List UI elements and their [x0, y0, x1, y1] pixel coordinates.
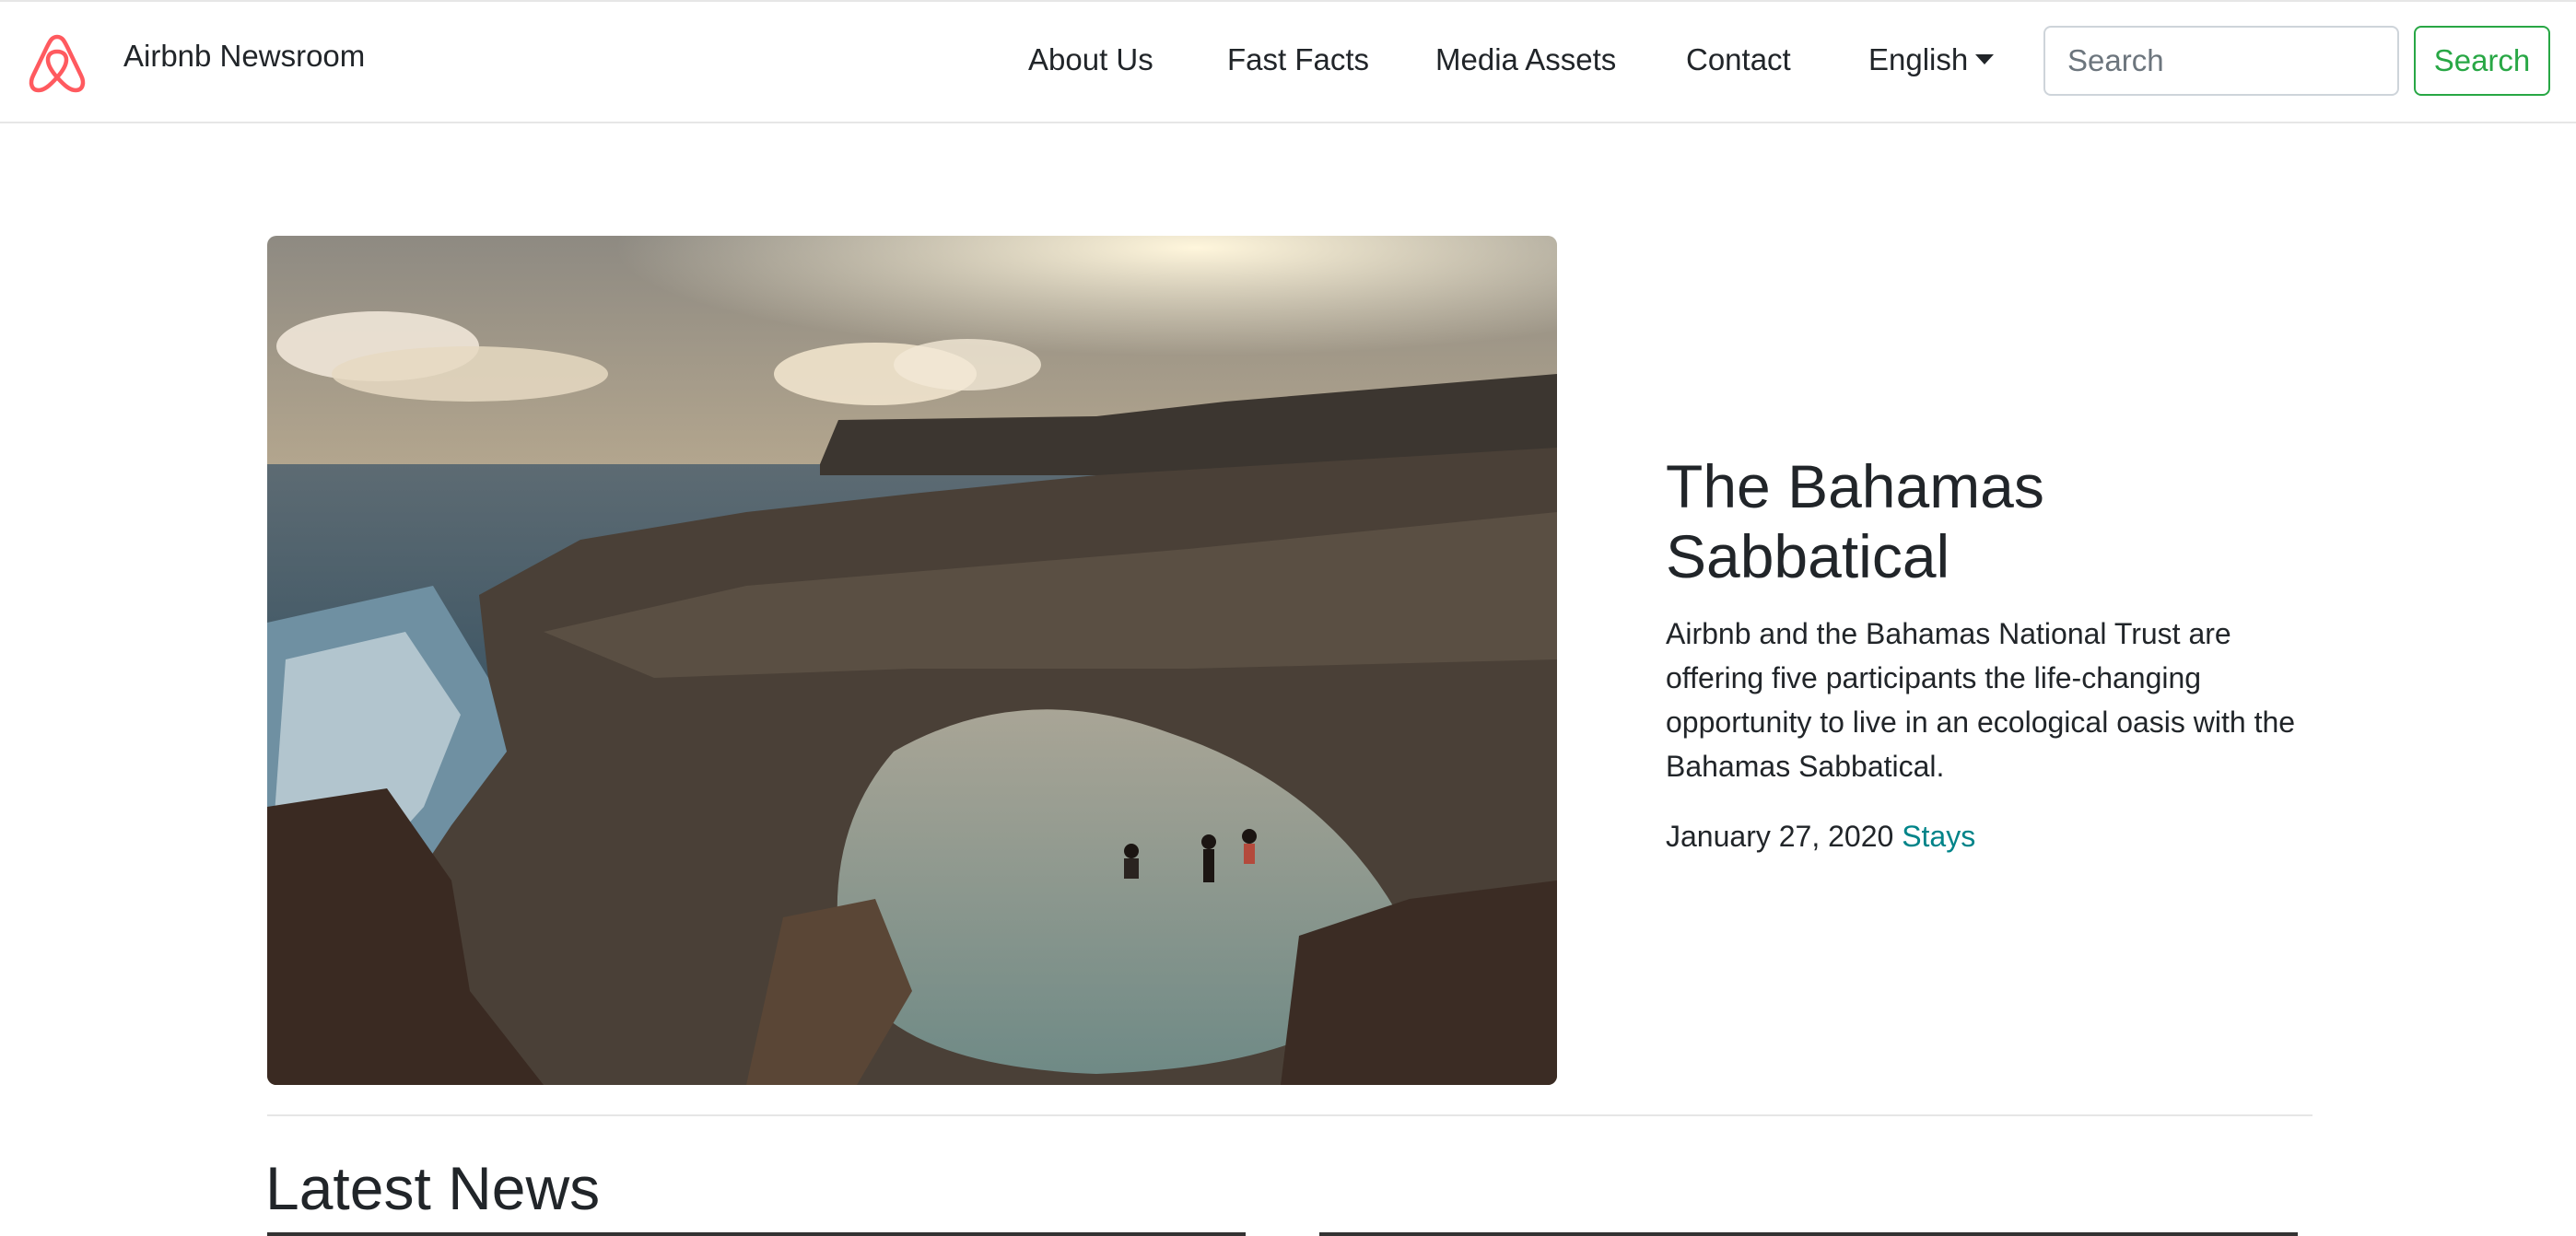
featured-title[interactable]: The Bahamas Sabbatical [1666, 451, 2311, 591]
language-label: English [1868, 42, 1969, 76]
caret-down-icon [1975, 54, 1995, 64]
featured-date: January 27, 2020 [1666, 820, 1894, 853]
nav-fast-facts[interactable]: Fast Facts [1227, 42, 1369, 77]
search-button[interactable]: Search [2414, 26, 2550, 96]
top-navbar: Airbnb Newsroom About Us Fast Facts Medi… [0, 0, 2576, 123]
nav-contact[interactable]: Contact [1686, 42, 1791, 77]
brand-name[interactable]: Airbnb Newsroom [123, 39, 365, 74]
featured-meta: January 27, 2020 Stays [1666, 820, 1975, 854]
latest-news-heading: Latest News [265, 1154, 601, 1222]
airbnb-logo-icon[interactable] [26, 31, 88, 96]
section-divider [267, 1114, 2313, 1116]
language-dropdown[interactable]: English [1868, 42, 1995, 77]
featured-tag-link[interactable]: Stays [1902, 820, 1975, 853]
nav-about-us[interactable]: About Us [1028, 42, 1153, 77]
search-input[interactable] [2043, 26, 2399, 96]
featured-image[interactable] [267, 236, 1557, 1085]
featured-description: Airbnb and the Bahamas National Trust ar… [1666, 617, 2296, 783]
news-card-top-edge [267, 1232, 1246, 1236]
nav-media-assets[interactable]: Media Assets [1435, 42, 1616, 77]
news-card-top-edge [1319, 1232, 2298, 1236]
